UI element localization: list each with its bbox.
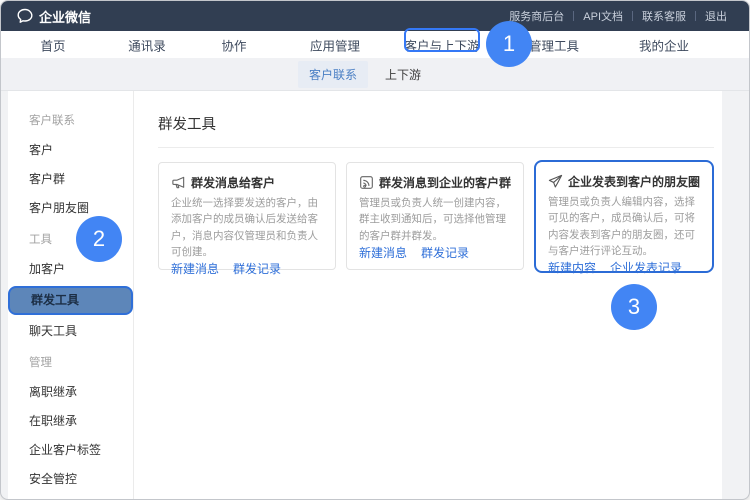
sidebar-item-group-message-tool[interactable]: 群发工具 — [8, 286, 133, 315]
card-title-row: 群发消息给客户 — [171, 174, 323, 191]
card-group-message-to-customers: 群发消息给客户 企业统一选择要发送的客户，由添加客户的成员确认后发送给客户，消息… — [158, 162, 336, 270]
card-title: 群发消息给客户 — [191, 174, 275, 191]
sidebar-item-add-customer[interactable]: 加客户 — [8, 255, 133, 284]
card-group-message-to-groupchats: 群发消息到企业的客户群 管理员或负责人统一创建内容，群主收到通知后，可选择他管理… — [346, 162, 524, 270]
annotation-step-1: 1 — [486, 21, 532, 67]
contact-support-link[interactable]: 联系客服 — [642, 8, 686, 24]
card-description: 管理员或负责人统一创建内容，群主收到通知后，可选择他管理的客户群并群发。 — [359, 195, 511, 244]
nav-contacts[interactable]: 通讯录 — [128, 35, 166, 54]
tab-updownstream[interactable]: 上下游 — [374, 61, 432, 88]
sidebar-header-customer-contact: 客户联系 — [8, 107, 133, 136]
send-history-link[interactable]: 群发记录 — [421, 244, 469, 261]
provider-console-link[interactable]: 服务商后台 — [509, 8, 564, 24]
tab-customer-contact[interactable]: 客户联系 — [298, 61, 368, 88]
annotation-step-2: 2 — [76, 216, 122, 262]
paper-plane-icon — [548, 174, 563, 189]
publish-history-link[interactable]: 企业发表记录 — [610, 259, 682, 276]
new-content-link[interactable]: 新建内容 — [548, 259, 596, 276]
page-title: 群发工具 — [158, 113, 714, 134]
new-message-link[interactable]: 新建消息 — [359, 244, 407, 261]
topbar: 企业微信 服务商后台 API文档 联系客服 退出 — [1, 1, 749, 31]
card-description: 企业统一选择要发送的客户，由添加客户的成员确认后发送给客户，消息内容仅管理员和负… — [171, 195, 323, 260]
subtab-band: 客户联系 上下游 — [1, 58, 749, 91]
feed-icon — [359, 175, 374, 190]
topbar-links: 服务商后台 API文档 联系客服 退出 — [509, 8, 727, 24]
send-history-link[interactable]: 群发记录 — [233, 260, 281, 277]
sidebar-item-onjob-inheritance[interactable]: 在职继承 — [8, 407, 133, 436]
sidebar-item-customers[interactable]: 客户 — [8, 136, 133, 165]
main-nav: 首页 通讯录 协作 应用管理 客户与上下游 管理工具 我的企业 — [1, 31, 749, 58]
subtab-group: 客户联系 上下游 — [298, 61, 432, 88]
sidebar-item-customer-groups[interactable]: 客户群 — [8, 165, 133, 194]
new-message-link[interactable]: 新建消息 — [171, 260, 219, 277]
nav-home[interactable]: 首页 — [40, 35, 65, 54]
card-links: 新建消息 群发记录 — [171, 260, 323, 277]
sidebar-header-management: 管理 — [8, 349, 133, 378]
brand: 企业微信 — [17, 7, 91, 26]
annotation-step-3: 3 — [611, 284, 657, 330]
card-description: 管理员或负责人编辑内容，选择可见的客户，成员确认后，可将内容发表到客户的朋友圈，… — [548, 194, 700, 259]
annotation-box-step1 — [404, 28, 480, 52]
card-title: 企业发表到客户的朋友圈 — [568, 173, 700, 190]
card-publish-to-customer-moments: 企业发表到客户的朋友圈 管理员或负责人编辑内容，选择可见的客户，成员确认后，可将… — [534, 160, 714, 273]
divider — [573, 11, 574, 21]
sidebar-item-customer-tags[interactable]: 企业客户标签 — [8, 436, 133, 465]
wecom-admin-window: 企业微信 服务商后台 API文档 联系客服 退出 首页 通讯录 协作 应用管理 … — [0, 0, 750, 500]
wecom-logo-icon — [17, 8, 33, 24]
sidebar-item-security-control[interactable]: 安全管控 — [8, 465, 133, 494]
sidebar: 客户联系 客户 客户群 客户朋友圈 工具 加客户 群发工具 聊天工具 管理 离职… — [8, 91, 134, 499]
card-title: 群发消息到企业的客户群 — [379, 174, 511, 191]
megaphone-icon — [171, 175, 186, 190]
card-links: 新建消息 群发记录 — [359, 244, 511, 261]
nav-management-tools[interactable]: 管理工具 — [529, 35, 579, 54]
sidebar-item-resigned-inheritance[interactable]: 离职继承 — [8, 378, 133, 407]
brand-name: 企业微信 — [39, 7, 91, 26]
nav-app-management[interactable]: 应用管理 — [310, 35, 360, 54]
divider — [695, 11, 696, 21]
api-docs-link[interactable]: API文档 — [583, 8, 623, 24]
divider — [632, 11, 633, 21]
sidebar-item-customer-moments[interactable]: 客户朋友圈 — [8, 194, 133, 223]
card-links: 新建内容 企业发表记录 — [548, 259, 700, 276]
nav-my-company[interactable]: 我的企业 — [639, 35, 689, 54]
tool-cards: 群发消息给客户 企业统一选择要发送的客户，由添加客户的成员确认后发送给客户，消息… — [158, 162, 714, 273]
card-title-row: 企业发表到客户的朋友圈 — [548, 173, 700, 190]
sidebar-item-chat-tool[interactable]: 聊天工具 — [8, 317, 133, 346]
divider — [158, 147, 714, 148]
logout-link[interactable]: 退出 — [705, 8, 727, 24]
nav-collaboration[interactable]: 协作 — [221, 35, 246, 54]
card-title-row: 群发消息到企业的客户群 — [359, 174, 511, 191]
